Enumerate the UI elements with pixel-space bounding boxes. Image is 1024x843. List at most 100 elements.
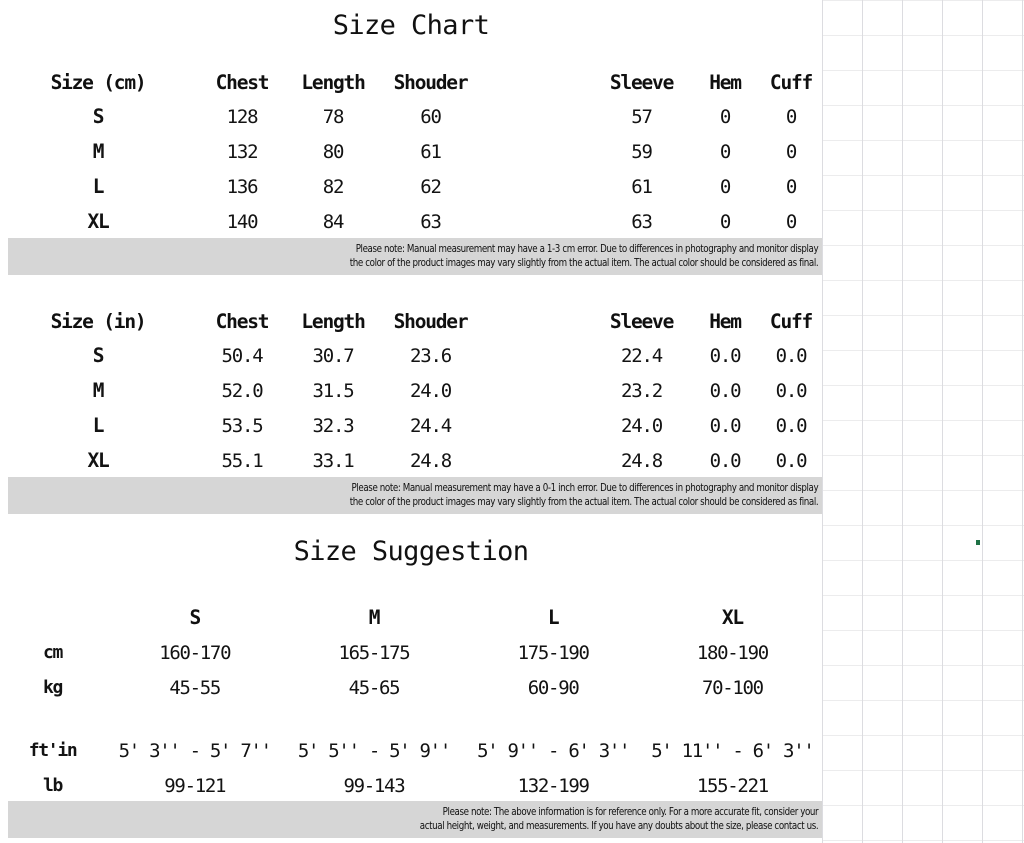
cell-hem: 0: [719, 140, 731, 163]
cell-shoulder: 24.8: [410, 449, 452, 472]
cell-length: 30.7: [312, 344, 355, 367]
cell-cuff: 0: [785, 175, 797, 198]
cell-s: 160-170: [159, 641, 231, 664]
cell-length: 33.1: [312, 449, 355, 472]
column-header-xl: XL: [721, 606, 744, 629]
table-row: cm 160-170 165-175 175-190 180-190: [0, 635, 822, 670]
column-header-s: S: [189, 606, 202, 629]
column-header-length: Length: [301, 309, 365, 333]
note-bar-inches: Please note: Manual measurement may have…: [8, 477, 822, 514]
note-line: the color of the product images may vary…: [349, 495, 819, 508]
table-row: lb 99-121 99-143 132-199 155-221: [0, 768, 822, 803]
note-line: actual height, weight, and measurements.…: [419, 819, 819, 832]
cell-l: 132-199: [517, 774, 590, 797]
page-title-size-chart: Size Chart: [332, 10, 490, 41]
column-header-cuff: Cuff: [769, 70, 813, 94]
table-row: ft'in 5' 3'' - 5' 7'' 5' 5'' - 5' 9'' 5'…: [0, 733, 822, 768]
cell-length: 82: [322, 175, 345, 198]
cell-hem: 0.0: [709, 379, 742, 402]
note-line: Please note: The above information is fo…: [442, 805, 819, 818]
cell-size: L: [92, 175, 105, 198]
column-header-l: L: [547, 606, 560, 629]
cell-spacer: [483, 373, 593, 408]
cell-chest: 128: [226, 105, 259, 128]
column-header-shoulder: Shouder: [393, 70, 469, 94]
spacer-cell: [105, 705, 284, 733]
cell-length: 32.3: [312, 414, 355, 437]
size-table-cm: Size (cm) Chest Length Shouder Sleeve He…: [0, 65, 822, 239]
cell-m: 99-143: [343, 774, 406, 797]
table-header-row: Size (in) Chest Length Shouder Sleeve He…: [0, 304, 822, 338]
column-header-size-in: Size (in): [50, 309, 147, 333]
table-spacer-row: [0, 705, 822, 733]
cell-hem: 0: [719, 175, 731, 198]
table-row: XL 140 84 63 63 0 0: [0, 204, 822, 239]
column-header-unit-blank: [0, 600, 105, 635]
cell-length: 80: [322, 140, 345, 163]
cell-shoulder: 60: [420, 105, 442, 128]
table-row: M 132 80 61 59 0 0: [0, 134, 822, 169]
cell-hem: 0: [719, 210, 731, 233]
note-bar-suggestion: Please note: The above information is fo…: [8, 801, 822, 838]
cell-sleeve: 22.4: [621, 344, 663, 367]
cell-cuff: 0: [785, 105, 797, 128]
cell-cuff: 0.0: [775, 344, 808, 367]
column-header-cuff: Cuff: [769, 309, 813, 333]
cell-cuff: 0: [785, 140, 797, 163]
column-header-hem: Hem: [709, 309, 742, 333]
cell-chest: 50.4: [221, 344, 264, 367]
size-suggestion-table: S M L XL cm 160-170 165-175 175-190 180-…: [0, 600, 822, 803]
cell-chest: 132: [226, 140, 259, 163]
cell-chest: 53.5: [221, 414, 264, 437]
spreadsheet-cell-fill-handle[interactable]: [976, 540, 980, 545]
cell-shoulder: 61: [420, 140, 442, 163]
column-header-sleeve: Sleeve: [609, 309, 674, 333]
cell-s: 45-55: [169, 676, 221, 699]
cell-hem: 0.0: [709, 414, 742, 437]
size-chart-document: Size Chart Size (cm) Chest Length Shoude…: [0, 0, 822, 843]
cell-m: 165-175: [338, 641, 410, 664]
cell-sleeve: 61: [631, 175, 653, 198]
cell-xl: 70-100: [701, 676, 764, 699]
cell-cuff: 0.0: [775, 414, 808, 437]
cell-sleeve: 24.8: [621, 449, 663, 472]
cell-spacer: [483, 134, 593, 169]
cell-l: 60-90: [527, 676, 580, 699]
cell-shoulder: 62: [420, 175, 442, 198]
grid-vertical-line: [1022, 0, 1023, 843]
cell-sleeve: 23.2: [621, 379, 663, 402]
cell-shoulder: 63: [420, 210, 442, 233]
cell-l: 5' 9'' - 6' 3'': [477, 739, 630, 762]
table-row: M 52.0 31.5 24.0 23.2 0.0 0.0: [0, 373, 822, 408]
table-row: kg 45-55 45-65 60-90 70-100: [0, 670, 822, 705]
cell-xl: 180-190: [696, 641, 769, 664]
cell-shoulder: 24.0: [410, 379, 452, 402]
cell-sleeve: 63: [631, 210, 653, 233]
cell-cuff: 0.0: [775, 379, 808, 402]
spreadsheet-grid-background: [822, 0, 1024, 843]
grid-vertical-line: [822, 0, 823, 843]
cell-shoulder: 24.4: [410, 414, 452, 437]
column-header-spacer: [483, 65, 593, 99]
row-label-kg: kg: [43, 677, 63, 698]
table-row: L 53.5 32.3 24.4 24.0 0.0 0.0: [0, 408, 822, 443]
size-table-inches: Size (in) Chest Length Shouder Sleeve He…: [0, 304, 822, 478]
grid-vertical-line: [942, 0, 943, 843]
cell-l: 175-190: [517, 641, 590, 664]
column-header-m: M: [368, 606, 381, 629]
note-line: the color of the product images may vary…: [349, 256, 819, 269]
cell-spacer: [483, 408, 593, 443]
cell-cuff: 0: [785, 210, 797, 233]
cell-size: S: [92, 105, 105, 128]
cell-hem: 0: [719, 105, 731, 128]
cell-sleeve: 57: [631, 105, 653, 128]
cell-xl: 155-221: [696, 774, 769, 797]
cell-s: 5' 3'' - 5' 7'': [118, 739, 272, 762]
table-header-row: S M L XL: [0, 600, 822, 635]
cell-spacer: [483, 99, 593, 134]
cell-chest: 55.1: [221, 449, 264, 472]
row-label-cm: cm: [43, 642, 63, 663]
cell-spacer: [483, 338, 593, 373]
grid-vertical-line: [902, 0, 903, 843]
row-label-ftin: ft'in: [28, 740, 78, 761]
